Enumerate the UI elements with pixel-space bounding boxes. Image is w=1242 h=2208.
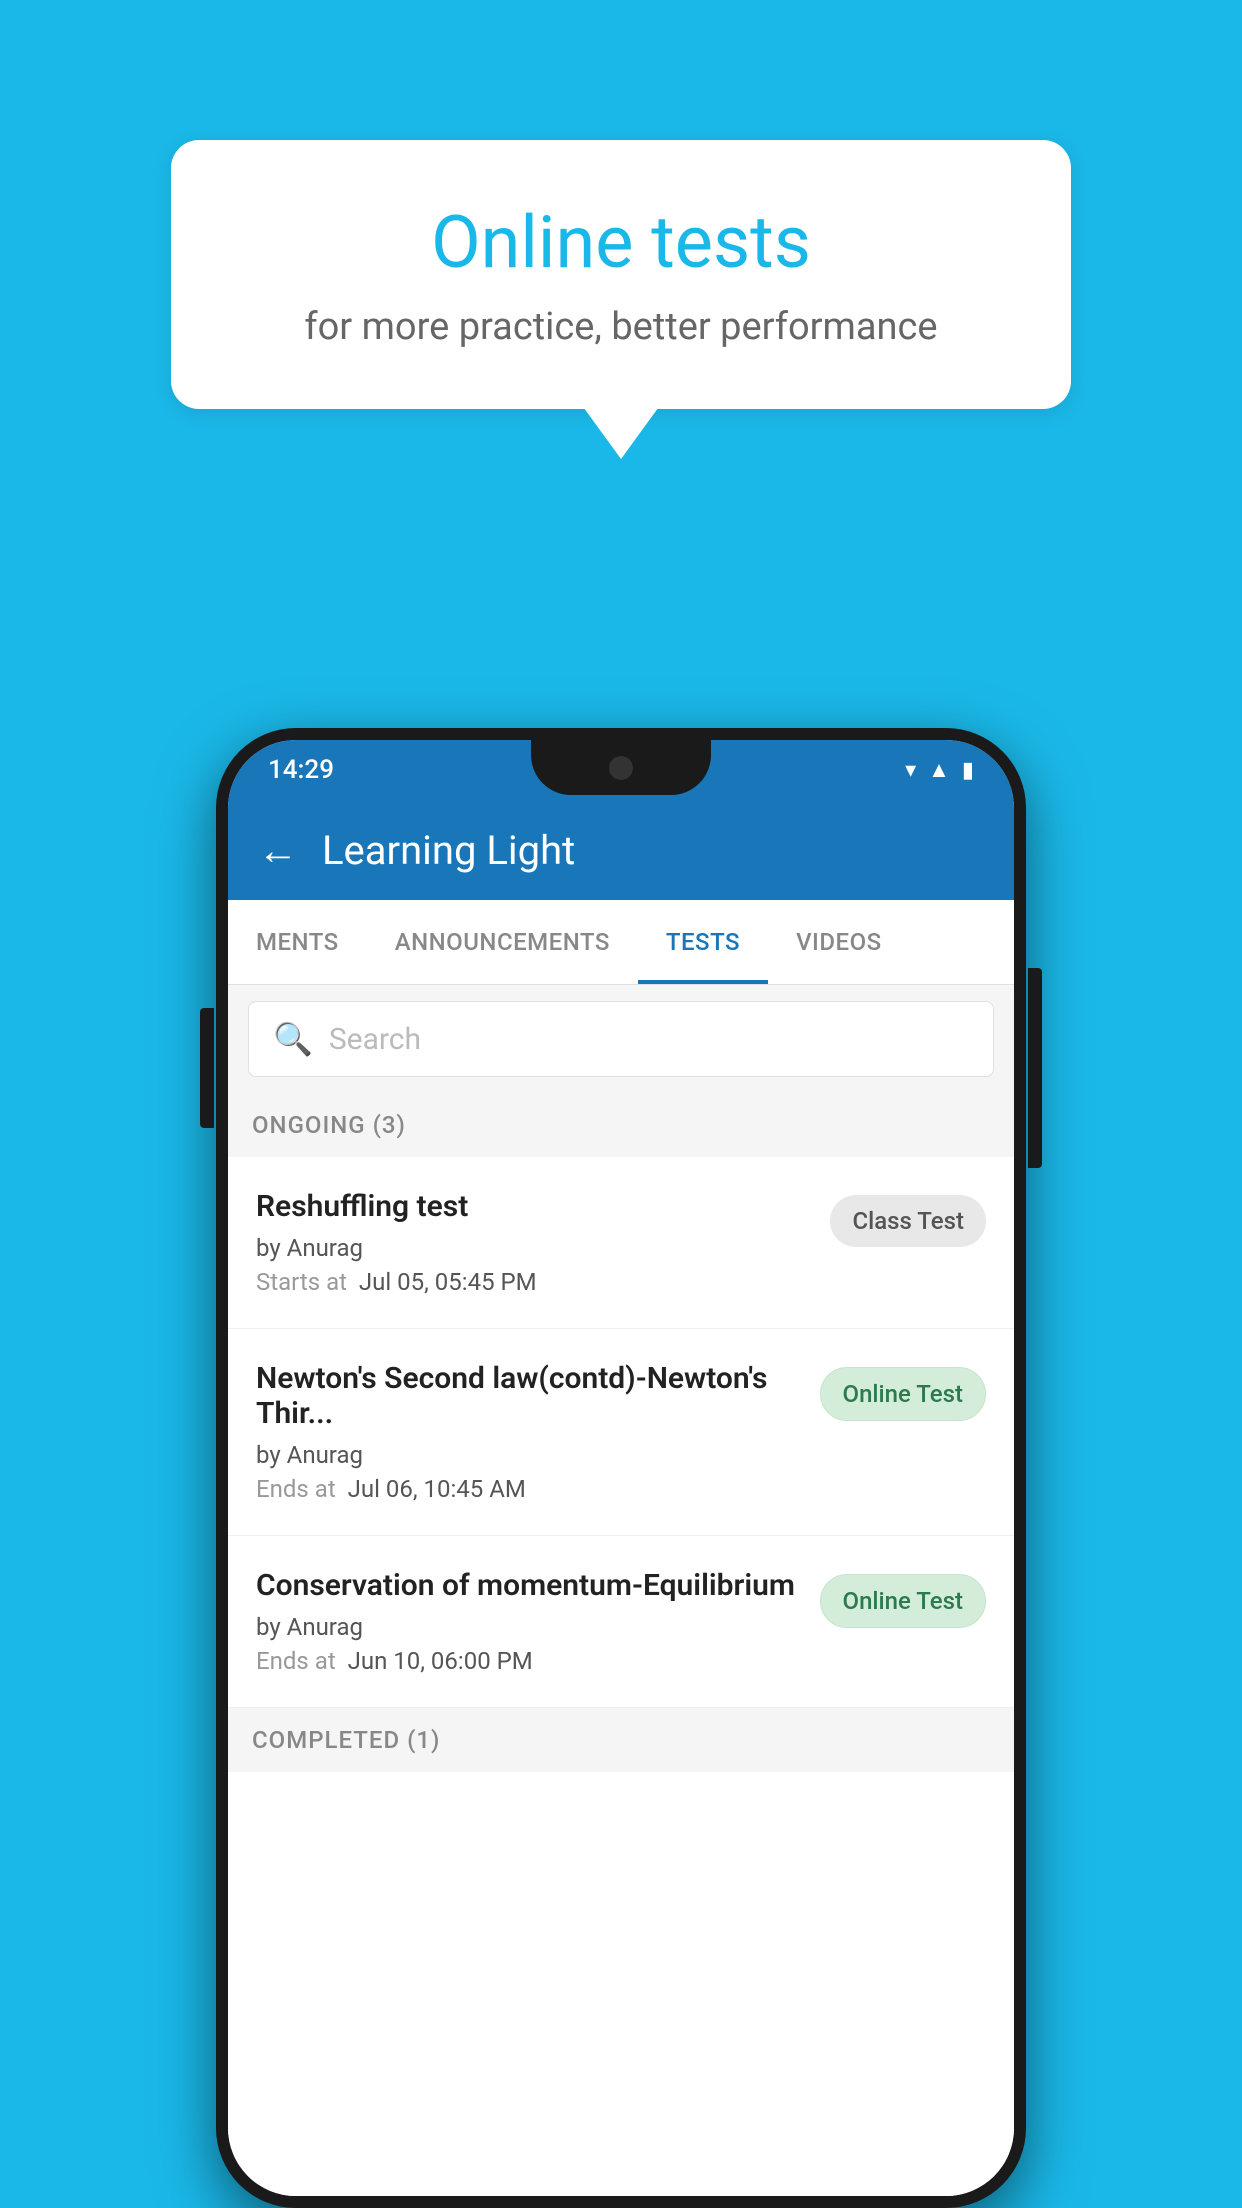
phone-screen: 14:29 ▾ ▲ ▮ ← Learning Light MENTS ANNOU… <box>228 740 1014 2196</box>
bubble-title: Online tests <box>251 200 991 285</box>
bubble-subtitle: for more practice, better performance <box>251 305 991 349</box>
test-badge-1: Class Test <box>830 1195 986 1247</box>
test-item-reshuffling[interactable]: Reshuffling test by Anurag Starts at Jul… <box>228 1157 1014 1329</box>
speech-bubble: Online tests for more practice, better p… <box>171 140 1071 409</box>
ongoing-section-header: ONGOING (3) <box>228 1093 1014 1157</box>
time-label-1: Starts at <box>256 1268 347 1296</box>
tab-tests[interactable]: TESTS <box>638 900 768 984</box>
tabs-bar: MENTS ANNOUNCEMENTS TESTS VIDEOS <box>228 900 1014 985</box>
test-badge-3: Online Test <box>820 1574 986 1628</box>
front-camera <box>609 756 633 780</box>
app-title: Learning Light <box>322 827 575 874</box>
status-time: 14:29 <box>268 755 334 785</box>
tab-announcements[interactable]: ANNOUNCEMENTS <box>367 900 638 984</box>
test-author-3: by Anurag <box>256 1613 804 1641</box>
tab-ments[interactable]: MENTS <box>228 900 367 984</box>
signal-icon: ▲ <box>928 757 950 783</box>
time-label-2: Ends at <box>256 1475 336 1503</box>
phone-mockup: 14:29 ▾ ▲ ▮ ← Learning Light MENTS ANNOU… <box>216 728 1026 2208</box>
test-time-2: Ends at Jul 06, 10:45 AM <box>256 1475 804 1503</box>
back-button[interactable]: ← <box>258 827 298 874</box>
battery-icon: ▮ <box>962 758 974 783</box>
promo-section: Online tests for more practice, better p… <box>171 140 1071 409</box>
search-bar: 🔍 Search <box>228 985 1014 1093</box>
test-item-conservation[interactable]: Conservation of momentum-Equilibrium by … <box>228 1536 1014 1708</box>
app-bar: ← Learning Light <box>228 800 1014 900</box>
test-badge-2: Online Test <box>820 1367 986 1421</box>
test-time-3: Ends at Jun 10, 06:00 PM <box>256 1647 804 1675</box>
tab-videos[interactable]: VIDEOS <box>768 900 910 984</box>
test-name-2: Newton's Second law(contd)-Newton's Thir… <box>256 1361 804 1431</box>
test-time-1: Starts at Jul 05, 05:45 PM <box>256 1268 814 1296</box>
wifi-icon: ▾ <box>905 758 916 783</box>
test-author-1: by Anurag <box>256 1234 814 1262</box>
test-name-1: Reshuffling test <box>256 1189 814 1224</box>
search-placeholder-text: Search <box>329 1022 421 1057</box>
phone-notch <box>531 740 711 795</box>
time-label-3: Ends at <box>256 1647 336 1675</box>
status-icons: ▾ ▲ ▮ <box>905 757 974 783</box>
phone-outer: 14:29 ▾ ▲ ▮ ← Learning Light MENTS ANNOU… <box>216 728 1026 2208</box>
test-info-1: Reshuffling test by Anurag Starts at Jul… <box>256 1189 814 1296</box>
search-icon: 🔍 <box>273 1020 313 1058</box>
test-info-3: Conservation of momentum-Equilibrium by … <box>256 1568 804 1675</box>
test-author-2: by Anurag <box>256 1441 804 1469</box>
test-name-3: Conservation of momentum-Equilibrium <box>256 1568 804 1603</box>
test-info-2: Newton's Second law(contd)-Newton's Thir… <box>256 1361 804 1503</box>
test-item-newton[interactable]: Newton's Second law(contd)-Newton's Thir… <box>228 1329 1014 1536</box>
search-input-wrapper[interactable]: 🔍 Search <box>248 1001 994 1077</box>
tests-list: Reshuffling test by Anurag Starts at Jul… <box>228 1157 1014 2196</box>
completed-section-header: COMPLETED (1) <box>228 1708 1014 1772</box>
